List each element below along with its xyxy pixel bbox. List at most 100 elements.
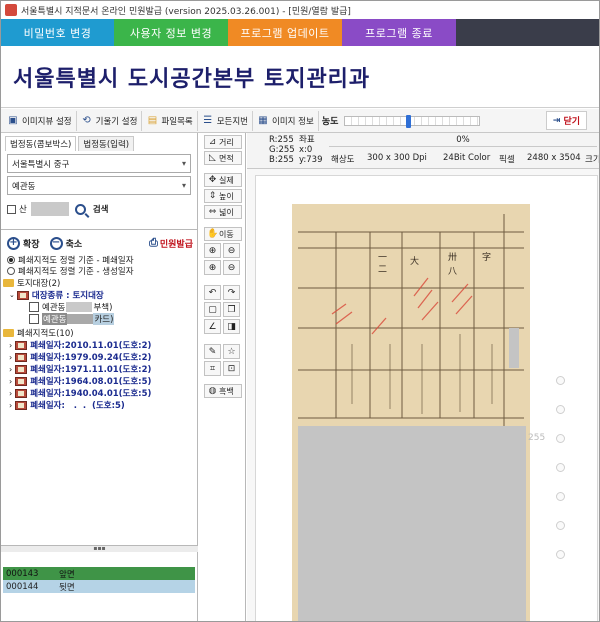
actual-size-tool[interactable]: ✥ 실제 <box>204 173 242 187</box>
folder-icon <box>3 279 14 287</box>
issue-label: 민원발급 <box>159 239 193 250</box>
punch-hole <box>556 434 565 443</box>
tab-dong-combo[interactable]: 법정동(콤보박스) <box>5 136 77 151</box>
punch-holes <box>556 376 565 579</box>
splitter-handle[interactable]: ▪▪▪ <box>1 546 198 552</box>
crop-icon[interactable]: ⌗ <box>204 361 221 376</box>
zoom-out-circle-icon[interactable]: ⊖ <box>223 243 240 258</box>
coordinate-readout: 좌표 x:0 y:739 <box>299 135 323 165</box>
image-viewer-settings-button[interactable]: ▣ 이미지뷰 설정 <box>3 110 77 131</box>
radio-selected[interactable] <box>7 255 15 264</box>
list-item[interactable]: 000143 앞면 <box>3 567 195 580</box>
dong-select[interactable]: 예관동 ▾ <box>7 176 191 195</box>
lot-number-input[interactable] <box>30 202 69 216</box>
closed-map-item[interactable]: › 폐쇄일자:1964.08.01(도호:5) <box>3 375 195 387</box>
zoom-row-1: ⊕ ⊖ <box>204 243 242 258</box>
closed-map-item[interactable]: › 폐쇄일자:1971.11.01(도호:2) <box>3 363 195 375</box>
tree-node-label: 폐쇄일자:1940.04.01(도호:5) <box>30 389 152 399</box>
radio-unselected[interactable] <box>7 266 15 275</box>
image-viewer[interactable]: 一 二 卅 八 大 字 255 <box>247 169 599 621</box>
issue-button[interactable]: ⎙ 민원발급 <box>149 236 193 250</box>
chevron-right-icon: › <box>9 364 13 374</box>
tab-program-exit[interactable]: 프로그램 종료 <box>342 19 456 46</box>
tree-node-land-register[interactable]: 토지대장(2) <box>3 277 195 289</box>
tab-change-user-info[interactable]: 사용자 정보 변경 <box>114 19 228 46</box>
density-slider-thumb[interactable] <box>406 114 411 128</box>
pen-icon[interactable]: ✎ <box>204 344 221 359</box>
sort-option-closed-date[interactable]: 폐쇄지적도 정렬 기준 - 폐쇄일자 <box>7 254 134 266</box>
tab-change-password[interactable]: 비밀번호 변경 <box>1 19 114 46</box>
sort-option-created-date[interactable]: 폐쇄지적도 정렬 기준 - 생성일자 <box>7 265 134 277</box>
fit-height-tool[interactable]: ⇕ 높이 <box>204 189 242 203</box>
map-icon <box>15 376 28 386</box>
rgb-b: B:255 <box>269 155 294 165</box>
blackwhite-tool[interactable]: ◍ 흑백 <box>204 384 242 398</box>
page-row: ▢ ❐ <box>204 302 242 317</box>
rotate-right-icon[interactable]: ↷ <box>223 285 240 300</box>
file-list-label: 파일목록 <box>161 116 193 127</box>
dong-value: 예관동 <box>12 181 36 192</box>
close-button[interactable]: ⇥ 닫기 <box>545 111 587 130</box>
resize-icon[interactable]: ⊡ <box>223 361 240 376</box>
move-arrows-icon: ✥ <box>208 175 217 185</box>
exit-icon: ⇥ <box>552 115 561 126</box>
map-icon <box>15 400 28 410</box>
resolution-value: 300 x 300 Dpi <box>367 153 427 163</box>
rotate-left-icon[interactable]: ↶ <box>204 285 221 300</box>
san-checkbox[interactable] <box>7 204 16 214</box>
rgb-g: G:255 <box>269 145 295 155</box>
progress-area: 0% <box>329 135 597 145</box>
closed-map-item[interactable]: › 폐쇄일자: . . (도호:5) <box>3 399 195 411</box>
search-button[interactable]: 검색 <box>93 203 109 215</box>
tree-node-label: 카드) <box>93 313 115 325</box>
tree-node-register-type[interactable]: ⌄ 대장종류 : 토지대장 <box>3 289 195 301</box>
zoom-out-icon[interactable]: ⊖ <box>223 260 240 275</box>
mirror-icon[interactable]: ◨ <box>223 319 240 334</box>
distance-tool[interactable]: ⊿ 거리 <box>204 135 242 149</box>
zoom-in-icon[interactable]: ⊕ <box>204 260 221 275</box>
density-slider[interactable] <box>344 114 481 128</box>
collapse-button[interactable]: 축소 <box>66 237 83 250</box>
pan-tool[interactable]: ✋ 이동 <box>204 227 242 241</box>
tree-node-register-book[interactable]: 예관동 부책) <box>3 301 195 313</box>
district-select[interactable]: 서울특별시 중구 ▾ <box>7 154 191 173</box>
file-list-button[interactable]: ▤ 파일목록 <box>142 110 198 131</box>
folder-list-icon: ▤ <box>147 115 158 126</box>
list-item[interactable]: 000144 뒷면 <box>3 580 195 593</box>
redacted-block <box>66 302 93 312</box>
closed-map-item[interactable]: › 폐쇄일자:1940.04.01(도호:5) <box>3 387 195 399</box>
image-info-button[interactable]: ▦ 이미지 정보 <box>253 110 319 131</box>
closed-map-item[interactable]: › 폐쇄일자:1979.09.24(도호:2) <box>3 351 195 363</box>
page-title: 서울특별시 도시공간본부 토지관리과 <box>13 66 371 92</box>
image-viewer-settings-label: 이미지뷰 설정 <box>22 116 72 127</box>
search-icon[interactable] <box>74 203 86 215</box>
page-canvas: 一 二 卅 八 大 字 255 <box>255 175 598 621</box>
zoom-in-circle-icon[interactable]: ⊕ <box>204 243 221 258</box>
all-pages-label: 모든지번 <box>216 116 248 127</box>
tree-node-register-card[interactable]: 예관동 카드) <box>3 313 195 325</box>
coordinate-y: y:739 <box>299 155 323 165</box>
shape-icon[interactable]: ☆ <box>223 344 240 359</box>
tab-dong-input[interactable]: 법정동(입력) <box>78 136 135 151</box>
page-side: 뒷면 <box>59 582 75 593</box>
palette-icon: ◍ <box>208 386 217 396</box>
fit-width-tool[interactable]: ⇔ 넓이 <box>204 205 242 219</box>
resolution-label: 해상도 <box>331 155 355 165</box>
angle-icon[interactable]: ∠ <box>204 319 221 334</box>
tab-program-update[interactable]: 프로그램 업데이트 <box>228 19 342 46</box>
tree-node-closed-maps[interactable]: 폐쇄지적도(10) <box>3 327 195 339</box>
map-icon <box>15 364 28 374</box>
image-info-label: 이미지 정보 <box>272 116 314 127</box>
expand-button[interactable]: 확장 <box>23 237 40 250</box>
page-copy-icon[interactable]: ❐ <box>223 302 240 317</box>
closed-map-item[interactable]: › 폐쇄일자:2010.11.01(도호:2) <box>3 339 195 351</box>
image-info-bar: R:255 G:255 B:255 좌표 x:0 y:739 0% 해상도 30… <box>247 133 599 169</box>
sort-option-label: 폐쇄지적도 정렬 기준 - 생성일자 <box>18 266 134 277</box>
rotate-row: ↶ ↷ <box>204 285 242 300</box>
rgb-readout: R:255 G:255 B:255 <box>269 135 295 165</box>
page-flip-icon[interactable]: ▢ <box>204 302 221 317</box>
area-tool[interactable]: ◺ 면적 <box>204 151 242 165</box>
redacted-block <box>67 314 94 324</box>
tilt-settings-button[interactable]: ⟲ 기울기 설정 <box>77 110 143 131</box>
all-pages-button[interactable]: ☰ 모든지번 <box>198 110 253 131</box>
